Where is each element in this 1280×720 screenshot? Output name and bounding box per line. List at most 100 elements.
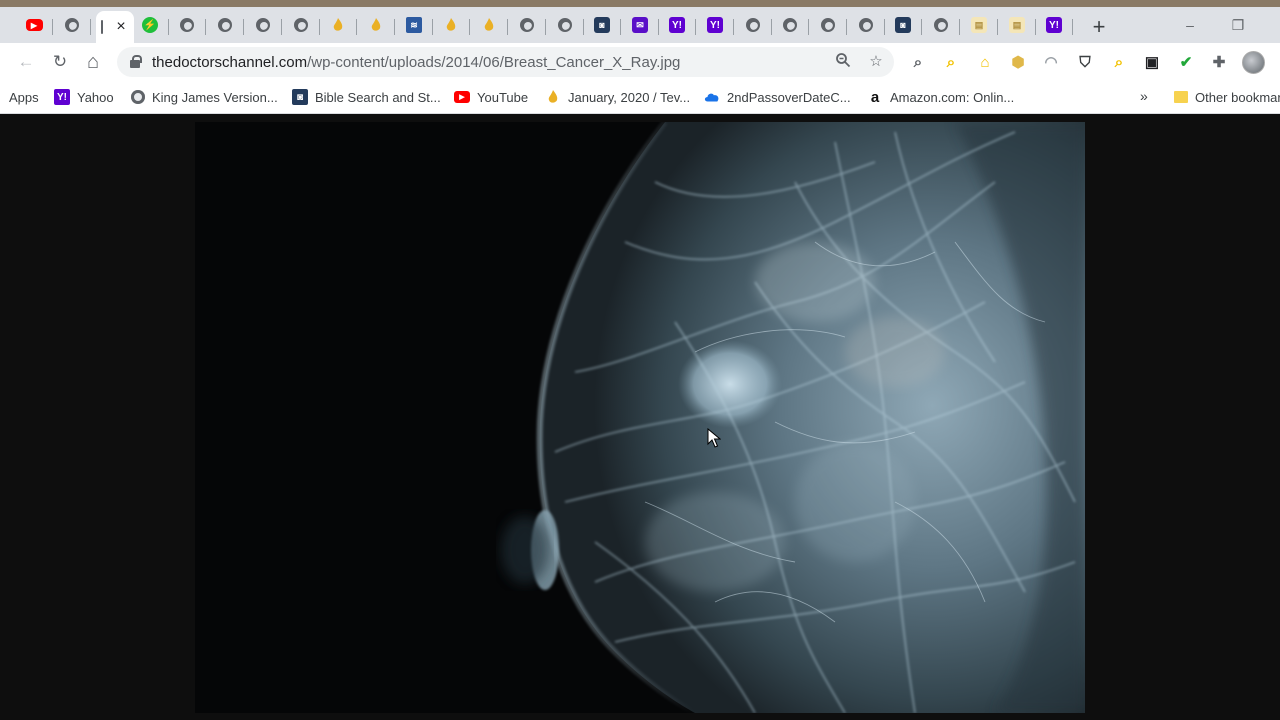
bookmark-amazon-com-onlin[interactable]: a Amazon.com: Onlin... (867, 87, 1014, 107)
tab-separator (52, 19, 53, 35)
dark-box-extension-icon-glyph: ▣ (1144, 54, 1160, 71)
yahoo-icon: Y! (669, 17, 685, 33)
folder-icon (1174, 91, 1188, 103)
bookmark-youtube[interactable]: ▶ YouTube (454, 87, 528, 107)
bookmark-january-2020-tev[interactable]: January, 2020 / Tev... (545, 87, 690, 107)
browser-tab[interactable] (283, 11, 320, 39)
tab-separator (733, 19, 734, 35)
profile-avatar[interactable] (1242, 51, 1265, 74)
browser-tab[interactable] (471, 11, 508, 39)
puzzle-extensions-icon-glyph: ✚ (1212, 54, 1226, 71)
globe-icon (131, 90, 145, 104)
browser-tab[interactable] (848, 11, 885, 39)
globe-icon (558, 18, 572, 32)
yellow-search-extension-icon-2[interactable]: ⌕ (1109, 52, 1129, 72)
youtube-icon: ▶ (25, 19, 43, 31)
bookmark-star-icon[interactable]: ☆ (866, 52, 886, 72)
bookmark-2ndpassoverdatec[interactable]: 2ndPassoverDateC... (704, 87, 851, 107)
bookmark-king-james-version[interactable]: King James Version... (131, 87, 278, 107)
flame-icon (545, 89, 561, 105)
dark-box-extension-icon[interactable]: ▣ (1142, 52, 1162, 72)
bookmark-apps[interactable]: Apps (9, 87, 39, 107)
browser-tab[interactable]: × (96, 11, 134, 43)
minimize-button[interactable]: – (1176, 17, 1204, 37)
restore-button[interactable]: ❐ (1224, 17, 1252, 37)
reload-button[interactable]: ↻ (49, 51, 71, 73)
browser-tab[interactable] (810, 11, 847, 39)
tab-separator (808, 19, 809, 35)
home-button[interactable]: ⌂ (82, 51, 104, 73)
home-extension-icon-glyph: ⌂ (980, 53, 990, 71)
browser-tab[interactable] (735, 11, 772, 39)
other-bookmarks-folder[interactable]: Other bookmarks (1174, 87, 1280, 107)
bookmark-label: Apps (9, 89, 39, 105)
url-path: /wp-content/uploads/2014/06/Breast_Cance… (307, 54, 681, 71)
tab-separator (507, 19, 508, 35)
paper-icon: ▤ (971, 17, 987, 33)
address-bar[interactable]: thedoctorschannel.com/wp-content/uploads… (117, 47, 894, 77)
back-button[interactable]: ← (15, 51, 37, 73)
mammogram-xray-image[interactable] (195, 122, 1085, 713)
browser-tab[interactable]: ≋ (396, 11, 433, 39)
search-extension-icon[interactable]: ⌕ (908, 52, 928, 72)
yahoo-icon: Y! (1046, 17, 1062, 33)
yellow-search-extension-icon[interactable]: ⌕ (941, 52, 961, 72)
browser-tab[interactable]: Y! (697, 11, 734, 39)
browser-tab[interactable] (320, 11, 357, 39)
bookmarks-overflow-button[interactable]: » (1140, 88, 1148, 104)
window-top-border (0, 0, 1280, 7)
browser-tab[interactable]: Y! (659, 11, 696, 39)
browser-tab[interactable] (207, 11, 244, 39)
globe-icon (218, 18, 232, 32)
bookmark-yahoo[interactable]: Y! Yahoo (54, 87, 114, 107)
browser-tab[interactable]: ⚡ (132, 11, 169, 39)
bookmark-label: Amazon.com: Onlin... (890, 89, 1015, 105)
yellow-search-extension-icon-2-glyph: ⌕ (1114, 53, 1124, 71)
close-tab-icon[interactable]: × (113, 18, 129, 35)
other-bookmarks-label: Other bookmarks (1195, 89, 1280, 105)
puzzle-extensions-icon[interactable]: ✚ (1209, 52, 1229, 72)
bookmark-label: Yahoo (77, 89, 114, 105)
browser-tab[interactable] (358, 11, 395, 39)
tab-separator (545, 19, 546, 35)
browser-tab[interactable]: ▶ (16, 11, 53, 39)
browser-tab[interactable]: ◙ (885, 11, 922, 39)
browser-tab[interactable] (433, 11, 470, 39)
lock-icon[interactable] (130, 55, 142, 68)
globe-icon (180, 18, 194, 32)
bookmark-bible-search-and-st[interactable]: ◙ Bible Search and St... (292, 87, 441, 107)
browser-tab[interactable] (169, 11, 206, 39)
zoom-icon[interactable] (833, 52, 853, 72)
tab-separator (620, 19, 621, 35)
browser-tab[interactable]: Y! (1036, 11, 1073, 39)
search-extension-icon-glyph: ⌕ (913, 53, 923, 71)
browser-tab[interactable] (245, 11, 282, 39)
shield-extension-icon[interactable]: ⛉ (1075, 52, 1095, 72)
browser-tab[interactable] (772, 11, 809, 39)
green-check-extension-icon[interactable]: ✔ (1176, 52, 1196, 72)
browser-tab[interactable]: ✉ (622, 11, 659, 39)
xray-graphic (195, 122, 1085, 713)
browser-tab[interactable] (547, 11, 584, 39)
browser-tab[interactable] (54, 11, 91, 39)
address-url[interactable]: thedoctorschannel.com/wp-content/uploads… (152, 54, 680, 71)
home-extension-icon[interactable]: ⌂ (975, 52, 995, 72)
url-host: thedoctorschannel.com (152, 54, 308, 71)
new-tab-button[interactable]: + (1088, 16, 1110, 39)
shield-extension-icon-glyph: ⛉ (1079, 53, 1091, 71)
bookmark-label: January, 2020 / Tev... (568, 89, 691, 105)
youtube-icon: ▶ (454, 91, 470, 103)
mail-icon: ✉ (632, 17, 648, 33)
tab-separator (394, 19, 395, 35)
browser-tab[interactable] (923, 11, 960, 39)
browser-tab[interactable]: ▤ (961, 11, 998, 39)
tab-separator (356, 19, 357, 35)
honey-extension-icon[interactable]: ⬢ (1008, 52, 1028, 72)
bookmark-label: 2ndPassoverDateC... (727, 89, 851, 105)
mouse-cursor-icon (707, 428, 721, 448)
headphones-extension-icon[interactable]: ◠ (1041, 52, 1061, 72)
browser-tab[interactable]: ▤ (999, 11, 1036, 39)
globe-icon (294, 18, 308, 32)
browser-tab[interactable] (509, 11, 546, 39)
browser-tab[interactable]: ◙ (584, 11, 621, 39)
